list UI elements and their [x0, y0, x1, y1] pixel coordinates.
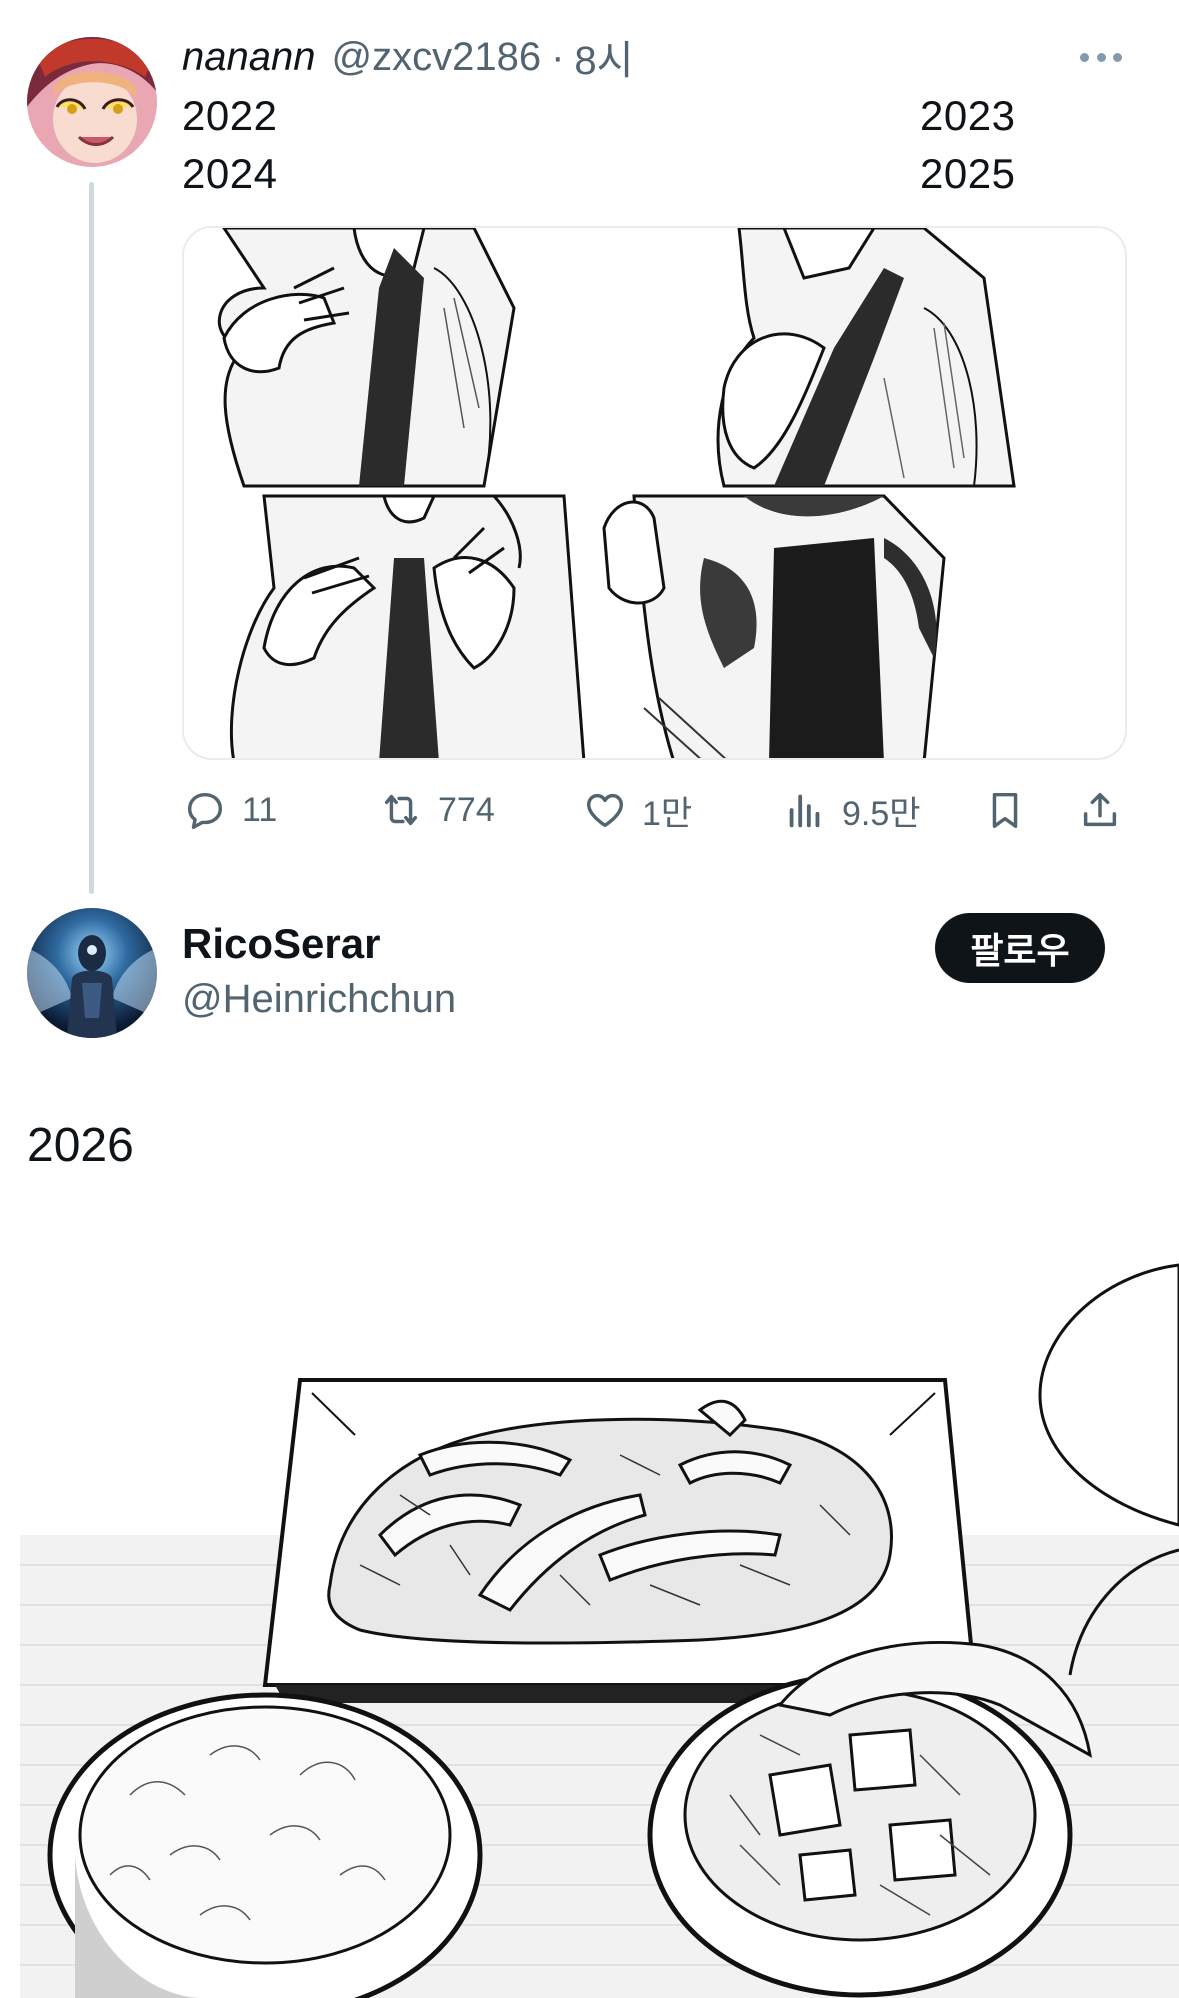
author-handle[interactable]: @Heinrichchun: [182, 977, 456, 1022]
tweet-text-year: 2022: [182, 92, 278, 139]
header-separator: ·: [551, 34, 565, 79]
author-handle[interactable]: @zxcv2186: [331, 35, 541, 80]
tweet-media-image[interactable]: [0, 1235, 1179, 1998]
views-button[interactable]: 9.5만: [782, 782, 921, 838]
tweet-text: 2026: [27, 1119, 134, 1172]
retweet-count: 774: [438, 790, 495, 829]
avatar[interactable]: [27, 37, 157, 167]
like-button[interactable]: 1만: [582, 782, 692, 838]
reply-icon: [187, 792, 223, 829]
more-options-icon[interactable]: [1076, 42, 1126, 72]
avatar[interactable]: [27, 908, 157, 1038]
author-display-name[interactable]: RicoSerar: [182, 920, 380, 968]
heart-icon: [586, 793, 624, 828]
avatar-illustration-icon: [27, 908, 157, 1038]
retweet-button[interactable]: 774: [378, 782, 495, 838]
follow-button[interactable]: 팔로우: [935, 913, 1105, 983]
retweet-icon: [384, 794, 418, 826]
bookmark-button[interactable]: [982, 782, 1028, 838]
tweet-media-image[interactable]: [182, 226, 1127, 760]
tweet-timestamp[interactable]: 8시: [574, 28, 633, 86]
tweet-text-year: 2024: [182, 150, 278, 197]
reply-button[interactable]: 11: [182, 782, 277, 838]
share-upload-icon: [1083, 792, 1117, 827]
manga-panel-grid-icon: [184, 228, 1125, 758]
tweet-text-year: 2025: [920, 150, 1016, 197]
bookmark-icon: [992, 792, 1018, 829]
tweet-header: nanann @zxcv2186 · 8시: [182, 32, 633, 84]
thread-connector-line: [89, 182, 94, 894]
view-count: 9.5만: [842, 794, 921, 833]
author-display-name[interactable]: nanann: [182, 35, 315, 80]
analytics-bar-icon: [789, 794, 820, 828]
avatar-illustration-icon: [27, 37, 157, 167]
share-button[interactable]: [1077, 782, 1123, 838]
reply-count: 11: [242, 790, 278, 829]
tweet-action-bar: 11 774 1만 9.5만: [182, 782, 1127, 838]
like-count: 1만: [642, 794, 693, 833]
tweet-text-year: 2023: [920, 92, 1016, 139]
manga-meal-icon: [0, 1235, 1179, 1998]
